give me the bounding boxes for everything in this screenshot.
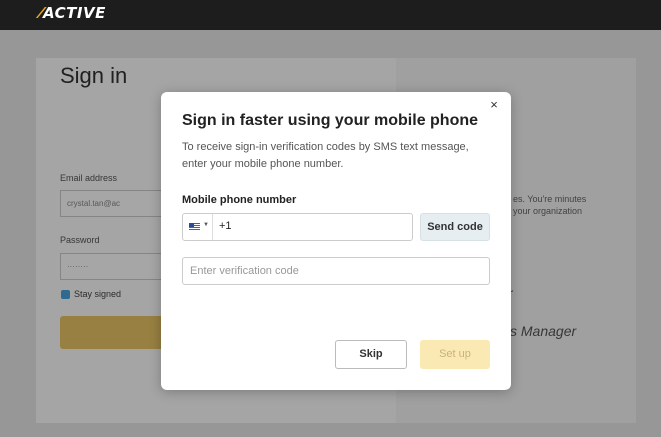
phone-input-group[interactable]: ▼ +1: [182, 213, 413, 241]
skip-button[interactable]: Skip: [335, 340, 407, 369]
phone-label: Mobile phone number: [182, 194, 297, 206]
country-picker[interactable]: ▼: [183, 214, 213, 240]
active-logo[interactable]: ⁄ACTIVE: [40, 4, 106, 22]
close-icon[interactable]: ×: [487, 98, 501, 112]
chevron-down-icon: ▼: [203, 222, 209, 228]
top-bar: ⁄ACTIVE: [0, 0, 661, 30]
mobile-phone-dialog: × Sign in faster using your mobile phone…: [161, 92, 511, 390]
us-flag-icon: [189, 223, 200, 231]
dialog-title: Sign in faster using your mobile phone: [182, 112, 479, 129]
verification-code-input[interactable]: Enter verification code: [182, 257, 490, 285]
setup-button[interactable]: Set up: [420, 340, 490, 369]
send-code-button[interactable]: Send code: [420, 213, 490, 241]
phone-number-input[interactable]: +1: [219, 220, 232, 232]
dialog-description: To receive sign-in verification codes by…: [182, 141, 469, 170]
